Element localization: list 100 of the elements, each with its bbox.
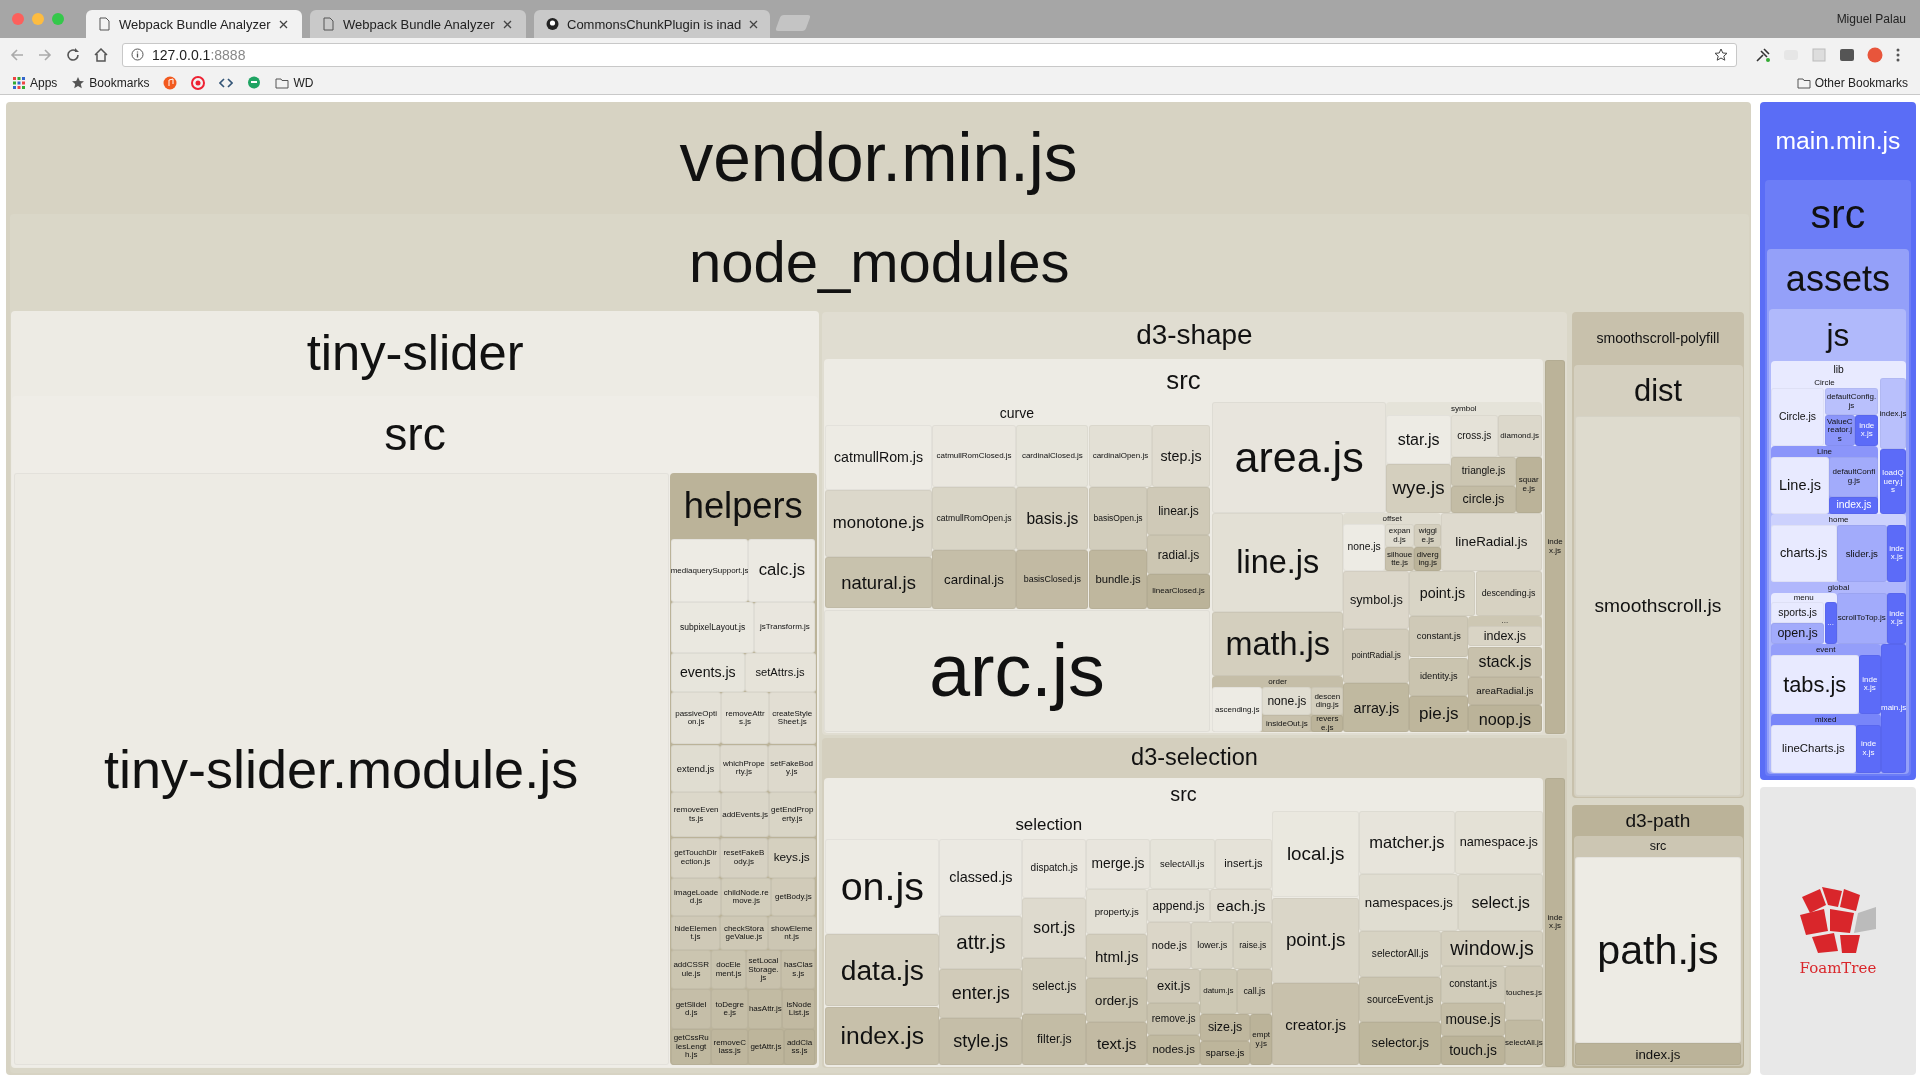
file-tile: open.js	[1770, 623, 1825, 645]
file-tile: imageLoaded.js	[671, 878, 722, 916]
file-tile: arc.js	[824, 609, 1210, 733]
star-icon	[71, 75, 86, 90]
file-tile: point.js	[1272, 897, 1360, 984]
file-tile: events.js	[671, 652, 745, 692]
close-icon[interactable]	[749, 19, 759, 29]
star-icon[interactable]	[1714, 47, 1728, 62]
file-tile: childNode.remove.js	[721, 878, 772, 916]
file-tile: matcher.js	[1359, 810, 1455, 875]
back-icon[interactable]	[10, 47, 24, 62]
file-tile: smoothscroll.js	[1574, 416, 1742, 796]
file-tile: isNodeList.js	[782, 989, 816, 1029]
file-tile: docElement.js	[711, 950, 746, 990]
file-tile: keys.js	[767, 837, 816, 878]
file-tile: areaRadial.js	[1468, 677, 1542, 706]
file-tile: noop.js	[1468, 705, 1542, 733]
file-tile: index.js	[1858, 655, 1881, 714]
file-tile: creator.js	[1272, 983, 1360, 1066]
file-tile: sort.js	[1022, 897, 1087, 958]
menu-icon[interactable]	[1895, 46, 1901, 63]
file-tile: diamond.js	[1497, 415, 1542, 457]
file-tile: append.js	[1147, 889, 1210, 923]
browser-tab[interactable]: Webpack Bundle Analyzer	[310, 10, 526, 38]
folder-label: order	[1268, 675, 1288, 687]
folder-label: offset	[1382, 513, 1402, 525]
extension-icon[interactable]	[1839, 46, 1855, 63]
browser-tab[interactable]: Webpack Bundle Analyzer	[86, 10, 302, 38]
file-tile: descending.js	[1311, 686, 1344, 716]
file-tile: touches.js	[1504, 966, 1543, 1020]
bookmark-item[interactable]: Apps	[12, 75, 58, 90]
bookmark-item[interactable]: Bookmarks	[71, 75, 150, 90]
close-icon[interactable]	[278, 19, 288, 29]
code-icon[interactable]	[219, 75, 234, 90]
file-tile: constant.js	[1441, 966, 1505, 1003]
file-tile: catmullRom.js	[825, 424, 932, 490]
home-icon[interactable]	[94, 47, 108, 62]
folder-label: d3-path	[1625, 808, 1691, 833]
file-tile: step.js	[1152, 424, 1210, 488]
file-tile: pie.js	[1409, 695, 1469, 733]
file-tile: charts.js	[1770, 525, 1837, 582]
file-tile: namespaces.js	[1359, 874, 1459, 931]
file-tile: sparse.js	[1200, 1040, 1251, 1066]
file-tile: classed.js	[939, 838, 1023, 916]
extension-icon[interactable]	[1867, 46, 1883, 63]
file-tile: whichProperty.js	[720, 744, 768, 793]
file-tile: remove.js	[1147, 1002, 1200, 1035]
file-tile: setLocalStorage.js	[745, 950, 782, 990]
file-tile: filter.js	[1022, 1013, 1087, 1066]
address-field[interactable]: 127.0.0.1:8888	[122, 42, 1737, 67]
file-tile: cardinalClosed.js	[1016, 424, 1089, 488]
file-tile: merge.js	[1086, 838, 1150, 889]
folder-label: global	[1827, 581, 1850, 593]
file-tile: setAttrs.js	[744, 652, 816, 692]
forward-icon[interactable]	[38, 47, 52, 62]
file-tile: extend.js	[671, 744, 720, 793]
file-tile: addEvents.js	[721, 792, 769, 838]
file-tile: index.js	[1545, 360, 1565, 734]
browser-tab[interactable]: CommonsChunkPlugin is inad	[534, 10, 771, 38]
file-tile: stack.js	[1468, 646, 1542, 678]
file-tile: calc.js	[748, 538, 816, 603]
folder-label: js	[1826, 315, 1850, 355]
folder-label: vendor.min.js	[679, 118, 1078, 197]
file-tile: enter.js	[939, 968, 1023, 1018]
close-icon[interactable]	[502, 19, 512, 29]
file-tile: cardinal.js	[931, 549, 1017, 609]
folder-label: smoothscroll-polyfill	[1596, 329, 1720, 349]
bookmark-item[interactable]: Other Bookmarks	[1796, 75, 1908, 90]
file-tile: basisOpen.js	[1088, 487, 1148, 550]
file-tile: circle.js	[1451, 486, 1516, 513]
file-tile: main.js	[1880, 644, 1907, 773]
file-tile: insideOut.js	[1262, 715, 1312, 733]
folder-label: helpers	[683, 483, 803, 528]
folder-label: mixed	[1815, 713, 1837, 725]
file-tile: mouse.js	[1441, 1002, 1505, 1036]
file-tile: empty.js	[1250, 1013, 1273, 1066]
folder-label: src	[1810, 190, 1866, 239]
file-tile: property.js	[1086, 889, 1148, 935]
file-tile: none.js	[1262, 686, 1312, 716]
file-tile: showElement.js	[767, 915, 816, 951]
tab-title: Webpack Bundle Analyzer	[119, 16, 271, 32]
profile-name[interactable]: Miguel Palau	[1836, 12, 1906, 26]
file-tile: index.js	[1886, 525, 1907, 582]
file-tile: exit.js	[1147, 968, 1200, 1003]
file-tile: jsTransform.js	[754, 602, 816, 653]
bookmark-item[interactable]: WD	[275, 75, 314, 90]
file-tile: slider.js	[1836, 525, 1887, 582]
file-tile: point.js	[1409, 570, 1476, 616]
file-tile: tiny-slider.module.js	[13, 472, 669, 1066]
file-tile: Line.js	[1770, 456, 1830, 515]
file-tile: raise.js	[1233, 922, 1273, 969]
file-tile: selectAll.js	[1504, 1020, 1543, 1066]
ring-icon[interactable]	[191, 75, 206, 90]
file-tile: touch.js	[1441, 1035, 1505, 1066]
file-tile: cardinalOpen.js	[1088, 424, 1153, 488]
reload-icon[interactable]	[66, 47, 80, 62]
file-tile: removeEvents.js	[671, 792, 722, 838]
file-tile: html.js	[1086, 934, 1148, 979]
folder-label: main.min.js	[1775, 125, 1901, 156]
folder-label: event	[1815, 644, 1836, 656]
